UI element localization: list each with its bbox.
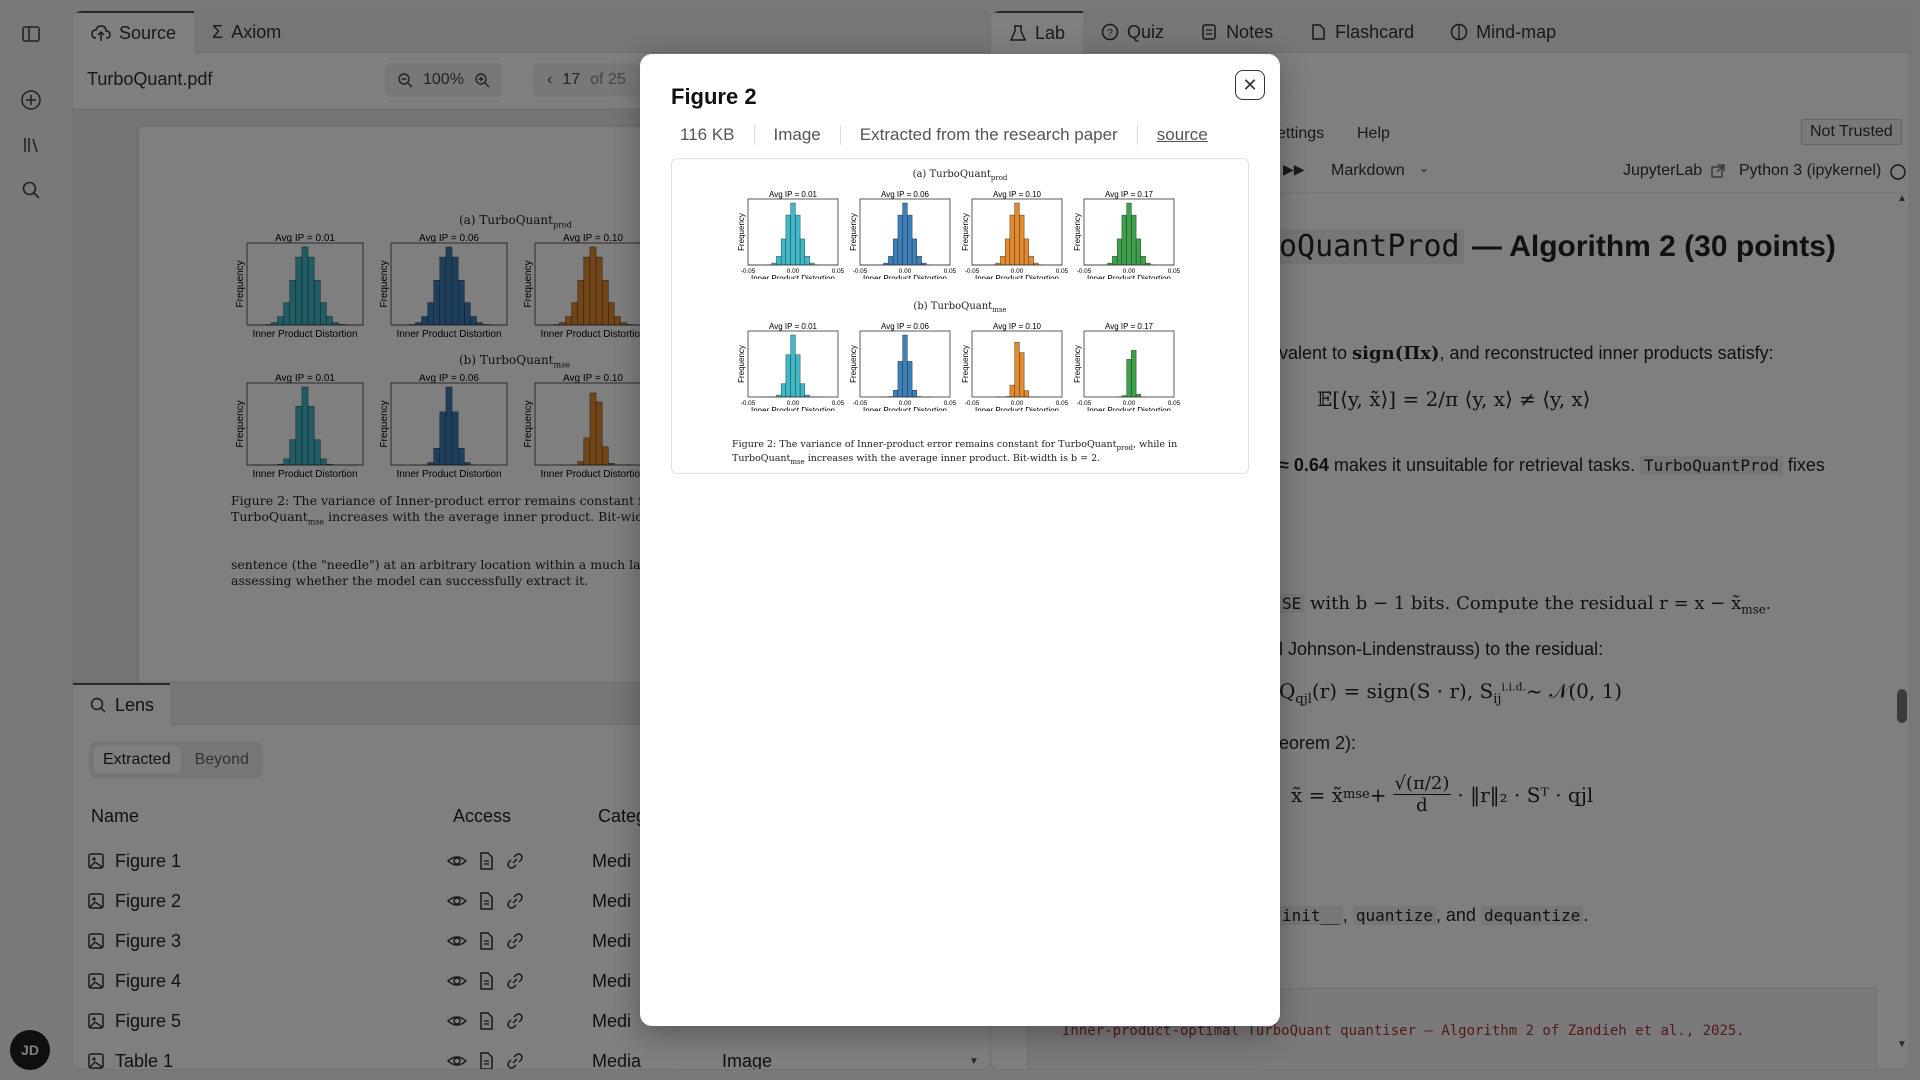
modal-title: Figure 2 <box>671 84 757 109</box>
histogram-panel: Avg IP = 0.17-0.05 0.00 0.05Inner Product … <box>1073 190 1181 279</box>
x-axis-label: Inner Product Distortion <box>751 274 835 279</box>
x-axis-label: Inner Product Distortion <box>975 406 1059 411</box>
histogram-bar <box>902 334 908 398</box>
histogram-bar <box>1135 238 1142 266</box>
meta-size: 116 KB <box>671 125 755 145</box>
histogram-bar <box>1009 214 1015 266</box>
y-axis-label: Frequency <box>849 345 858 383</box>
histogram-bar <box>1131 350 1137 398</box>
histogram-bar <box>780 383 787 398</box>
histogram-bar <box>795 354 801 398</box>
histogram-bar <box>790 202 796 266</box>
histogram-bar <box>1000 255 1006 266</box>
histogram-panel: Avg IP = 0.10-0.05 0.00 0.05Inner Product … <box>961 190 1069 279</box>
meta-origin: Extracted from the research paper <box>841 125 1138 145</box>
histogram-bar <box>911 238 918 266</box>
histogram-title: Avg IP = 0.17 <box>1105 322 1154 331</box>
histogram-bar <box>888 255 894 266</box>
figure-subcaption-a: (a) TurboQuantprod <box>912 169 1008 182</box>
modal-meta: 116 KB Image Extracted from the research… <box>671 120 1227 150</box>
figure-preview: (a) TurboQuantprod Avg IP = 0.01 -0.05 0.0… <box>671 158 1249 474</box>
figure-subcaption-b: (b) TurboQuantmse <box>913 301 1007 314</box>
histogram-bar <box>907 214 913 266</box>
histogram-bar <box>1023 238 1030 266</box>
histogram-bar <box>799 383 806 398</box>
histogram-title: Avg IP = 0.01 <box>769 190 818 199</box>
y-axis-label: Frequency <box>961 345 970 383</box>
histogram-bar <box>1004 238 1011 266</box>
histogram-bar <box>1121 214 1127 266</box>
histogram-bar <box>790 334 796 398</box>
figure-caption-line1: Figure 2: The variance of Inner-product … <box>732 439 1178 452</box>
histogram-bar <box>780 238 787 266</box>
figure-caption-line2: TurboQuantmse increases with the average… <box>732 453 1101 466</box>
histogram-panel: Avg IP = 0.01-0.05 0.00 0.05Inner Product … <box>737 322 845 411</box>
histogram-bar <box>799 238 806 266</box>
close-button[interactable]: ✕ <box>1235 70 1265 100</box>
histogram-bar <box>795 214 801 266</box>
meta-type: Image <box>755 125 841 145</box>
histogram-bar <box>785 354 791 398</box>
y-axis-label: Frequency <box>961 213 970 251</box>
y-axis-label: Frequency <box>1073 345 1082 383</box>
y-axis-label: Frequency <box>1073 213 1082 251</box>
source-link[interactable]: source <box>1138 125 1227 145</box>
y-axis-label: Frequency <box>737 345 746 383</box>
histogram-bar <box>1126 359 1132 398</box>
histogram-bar <box>916 255 922 266</box>
figure-modal: Figure 2 ✕ 116 KB Image Extracted from t… <box>640 54 1280 1026</box>
histogram-panel: Avg IP = 0.06-0.05 0.00 0.05Inner Product … <box>849 322 957 411</box>
histogram-panel: Avg IP = 0.06-0.05 0.00 0.05Inner Product … <box>849 190 957 279</box>
histogram-bar <box>804 255 810 266</box>
histogram-bar <box>1014 202 1020 266</box>
x-axis-label: Inner Product Distortion <box>863 274 947 279</box>
histogram-bar <box>1140 255 1146 266</box>
histogram-title: Avg IP = 0.06 <box>881 322 930 331</box>
histogram-bar <box>776 255 782 266</box>
x-axis-label: Inner Product Distortion <box>863 406 947 411</box>
histogram-bar <box>1014 342 1020 398</box>
y-axis-label: Frequency <box>849 213 858 251</box>
histogram-bar <box>892 238 899 266</box>
histogram-bar <box>1126 202 1132 266</box>
histogram-bar <box>1019 352 1025 398</box>
y-axis-label: Frequency <box>737 213 746 251</box>
histogram-panel: Avg IP = 0.01-0.05 0.00 0.05Inner Product … <box>737 190 845 279</box>
histogram-bar <box>892 390 899 398</box>
histogram-bar <box>1028 255 1034 266</box>
histogram-bar <box>1131 214 1137 266</box>
histogram-title: Avg IP = 0.17 <box>1105 190 1154 199</box>
histogram-bar <box>1009 384 1015 398</box>
histogram-bar <box>1112 255 1118 266</box>
figure-hist-row-prod: Avg IP = 0.01-0.05 0.00 0.05Inner Product … <box>737 190 1181 279</box>
x-axis-label: Inner Product Distortion <box>975 274 1059 279</box>
x-axis-label: Inner Product Distortion <box>751 406 835 411</box>
figure-hist-row-mse: Avg IP = 0.01-0.05 0.00 0.05Inner Product … <box>737 322 1181 411</box>
close-icon: ✕ <box>1242 74 1258 95</box>
histogram-bar <box>1116 238 1123 266</box>
histogram-bar <box>911 390 918 398</box>
histogram-bar <box>907 361 913 398</box>
x-axis-label: Inner Product Distortion <box>1087 274 1171 279</box>
histogram-bar <box>1019 214 1025 266</box>
histogram-bar <box>785 214 791 266</box>
histogram-title: Avg IP = 0.10 <box>993 322 1042 331</box>
histogram-bar <box>902 202 908 266</box>
histogram-bar <box>897 214 903 266</box>
histogram-title: Avg IP = 0.01 <box>769 322 818 331</box>
histogram-bar <box>1023 390 1030 398</box>
histogram-panel: Avg IP = 0.10-0.05 0.00 0.05Inner Product … <box>961 322 1069 411</box>
histogram-title: Avg IP = 0.10 <box>993 190 1042 199</box>
x-axis-label: Inner Product Distortion <box>1087 406 1171 411</box>
histogram-title: Avg IP = 0.06 <box>881 190 930 199</box>
histogram-panel: Avg IP = 0.17-0.05 0.00 0.05Inner Product … <box>1073 322 1181 411</box>
histogram-bar <box>897 361 903 398</box>
